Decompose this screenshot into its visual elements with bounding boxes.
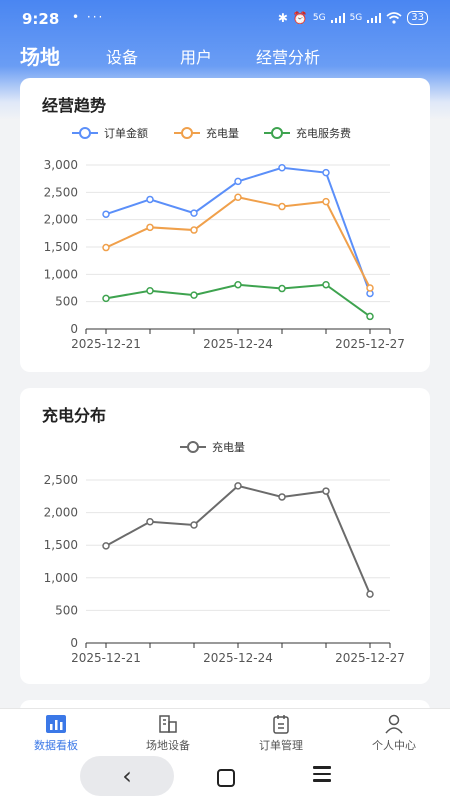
y-tick-label: 2,500	[44, 473, 78, 487]
data-point	[366, 590, 374, 598]
nav-dashboard[interactable]: 数据看板	[0, 713, 112, 753]
nav-profile-label: 个人中心	[372, 739, 416, 752]
alarm-icon: ⏰	[292, 11, 308, 25]
data-point	[102, 294, 110, 303]
wifi-icon	[386, 12, 402, 24]
tab-venue[interactable]: 场地	[20, 41, 60, 70]
y-tick-label: 0	[70, 636, 78, 650]
legend-item: 充电服务费	[264, 126, 351, 140]
x-tick-label: 2025-12-21	[71, 651, 141, 665]
data-point	[234, 482, 242, 490]
legend-label: 充电量	[212, 440, 245, 454]
signal-label-2: 5G	[349, 13, 363, 23]
nav-dashboard-label: 数据看板	[34, 739, 78, 752]
clipboard-icon	[273, 715, 289, 734]
data-point	[234, 280, 242, 289]
data-point	[278, 163, 286, 172]
legend-item: 充电量	[174, 126, 239, 140]
x-tick-label: 2025-12-21	[71, 337, 141, 351]
data-point	[234, 177, 242, 186]
trend-card: 经营趋势 0 500 1,000 1,500 2,000 2,500 3,000 2025-1…	[20, 78, 430, 372]
signal-label-1: 5G	[312, 13, 326, 23]
data-point	[322, 197, 330, 206]
legend-marker	[271, 127, 283, 139]
y-tick-label: 500	[55, 603, 78, 617]
x-tick-label: 2025-12-27	[335, 337, 405, 351]
data-point	[366, 284, 374, 292]
data-point	[190, 226, 198, 234]
legend-marker	[79, 127, 91, 139]
nav-profile[interactable]: 个人中心	[338, 713, 450, 753]
bar-chart-icon	[46, 715, 66, 733]
header-tabs: 场地 设备 用户 经营分析	[0, 40, 450, 74]
data-point	[190, 209, 198, 217]
status-right-icons: ✱ ⏰ 5G 5G 33	[278, 11, 428, 25]
y-tick-label: 1,000	[44, 267, 78, 281]
nav-venue-devices[interactable]: 场地设备	[112, 713, 224, 753]
legend-label: 订单金额	[104, 126, 148, 140]
legend-marker	[181, 127, 193, 139]
nav-orders[interactable]: 订单管理	[225, 713, 337, 753]
x-tick-label: 2025-12-24	[203, 337, 273, 351]
tab-users[interactable]: 用户	[180, 44, 212, 68]
y-tick-label: 3,000	[44, 158, 78, 172]
nav-venue-devices-label: 场地设备	[146, 739, 190, 752]
data-point	[278, 284, 286, 293]
y-tick-label: 2,000	[44, 213, 78, 227]
legend-label: 充电量	[206, 126, 239, 140]
battery-icon: 33	[407, 11, 428, 25]
legend-label: 充电服务费	[296, 126, 351, 140]
data-point	[278, 493, 286, 501]
status-time: 9:28	[22, 10, 60, 28]
home-button[interactable]	[217, 769, 235, 787]
signal-icon-1	[330, 13, 345, 23]
status-bar: 9:28 • ··· ✱ ⏰ 5G 5G 33	[0, 0, 450, 38]
nav-orders-label: 订单管理	[259, 739, 303, 752]
data-point	[146, 223, 154, 232]
y-tick-label: 500	[55, 295, 78, 309]
data-point	[102, 542, 110, 550]
data-point	[322, 487, 330, 495]
notification-icons: • ···	[72, 10, 105, 24]
data-point	[146, 286, 154, 295]
data-point	[322, 280, 330, 289]
signal-icon-2	[367, 13, 382, 23]
legend-item: 充电量	[180, 440, 245, 454]
recents-button[interactable]	[313, 766, 331, 782]
tab-business-analysis[interactable]: 经营分析	[256, 44, 320, 68]
data-point	[366, 312, 374, 321]
legend-item: 订单金额	[72, 126, 148, 140]
x-tick-label: 2025-12-24	[203, 651, 273, 665]
y-tick-label: 0	[70, 322, 78, 336]
data-point	[234, 193, 242, 202]
x-tick-label: 2025-12-27	[335, 651, 405, 665]
y-tick-label: 2,500	[44, 185, 78, 199]
data-point	[278, 202, 286, 211]
series-line	[105, 283, 371, 318]
data-point	[102, 243, 110, 252]
distribution-chart: 0 500 1,000 1,500 2,000 2,500 2025-12-21 2025-1…	[44, 440, 405, 665]
legend-marker	[187, 441, 199, 453]
distribution-card: 充电分布 0 500 1,000 1,500 2,000 2,500 2025-12-21 2…	[20, 388, 430, 684]
back-button[interactable]: ‹	[80, 756, 174, 796]
data-point	[146, 195, 154, 204]
back-chevron-icon: ‹	[122, 762, 132, 790]
data-point	[322, 168, 330, 177]
data-point	[190, 291, 198, 299]
y-tick-label: 1,000	[44, 571, 78, 585]
data-point	[102, 210, 110, 218]
bluetooth-icon: ✱	[277, 11, 288, 25]
building-icon	[159, 715, 177, 733]
y-tick-label: 1,500	[44, 538, 78, 552]
y-tick-label: 1,500	[44, 240, 78, 254]
tab-devices[interactable]: 设备	[106, 44, 138, 68]
data-point	[190, 521, 198, 529]
system-navigation: ‹	[0, 752, 450, 800]
y-tick-label: 2,000	[44, 506, 78, 520]
trend-chart: 0 500 1,000 1,500 2,000 2,500 3,000 2025-12-21 2…	[44, 126, 405, 351]
user-icon	[385, 714, 403, 734]
data-point	[146, 517, 154, 526]
